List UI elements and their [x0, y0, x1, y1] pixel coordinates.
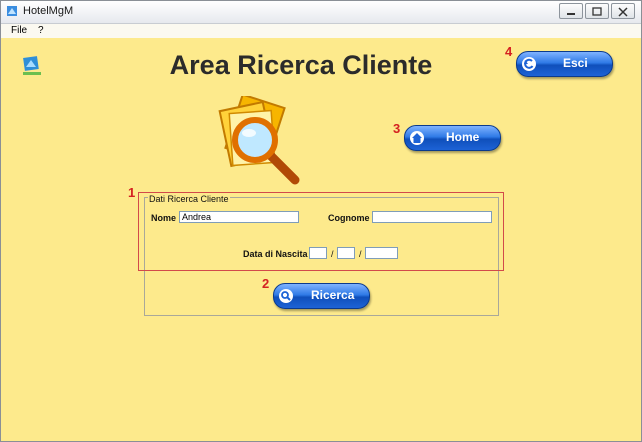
- magnifier-icon: [279, 289, 293, 303]
- home-button-label: Home: [446, 130, 480, 144]
- menu-help[interactable]: ?: [38, 25, 44, 36]
- house-icon: [410, 131, 424, 145]
- birth-year-field[interactable]: [365, 247, 398, 259]
- birthdate-label: Data di Nascita: [243, 249, 308, 259]
- restore-icon: [592, 7, 602, 16]
- home-button[interactable]: Home: [404, 125, 501, 151]
- birth-month-field[interactable]: [337, 247, 355, 259]
- close-button[interactable]: [611, 3, 635, 19]
- search-button[interactable]: Ricerca: [273, 283, 370, 309]
- application-window: HotelMgM File ? Area Ricerca Cliente 4 E…: [0, 0, 642, 442]
- back-arrow-icon: [522, 57, 536, 71]
- minimize-icon: [567, 13, 575, 15]
- minimize-button[interactable]: [559, 3, 583, 19]
- title-bar: HotelMgM: [1, 1, 641, 24]
- date-separator: /: [331, 249, 334, 259]
- app-icon: [7, 6, 17, 16]
- search-documents-icon: [218, 96, 300, 185]
- surname-label: Cognome: [328, 213, 370, 223]
- close-icon: [618, 7, 628, 17]
- annotation-3: 3: [393, 121, 401, 136]
- exit-button[interactable]: Esci: [516, 51, 613, 77]
- surname-field[interactable]: [372, 211, 492, 223]
- name-field[interactable]: [179, 211, 299, 223]
- hotel-logo-icon: [23, 56, 41, 75]
- annotation-1: 1: [128, 185, 136, 200]
- menu-file[interactable]: File: [11, 25, 27, 36]
- menu-bar: File ?: [1, 24, 641, 38]
- exit-button-label: Esci: [563, 56, 588, 70]
- form-legend: Dati Ricerca Cliente: [148, 194, 230, 204]
- name-label: Nome: [151, 213, 177, 223]
- annotation-2: 2: [262, 276, 270, 291]
- birth-day-field[interactable]: [309, 247, 327, 259]
- page-title: Area Ricerca Cliente: [169, 50, 433, 80]
- main-panel: Area Ricerca Cliente 4 Esci 3 Home 1 Dat…: [1, 38, 641, 441]
- window-title: HotelMgM: [23, 5, 74, 17]
- restore-button[interactable]: [585, 3, 609, 19]
- annotation-4: 4: [505, 44, 513, 59]
- search-button-label: Ricerca: [311, 288, 355, 302]
- date-separator: /: [359, 249, 362, 259]
